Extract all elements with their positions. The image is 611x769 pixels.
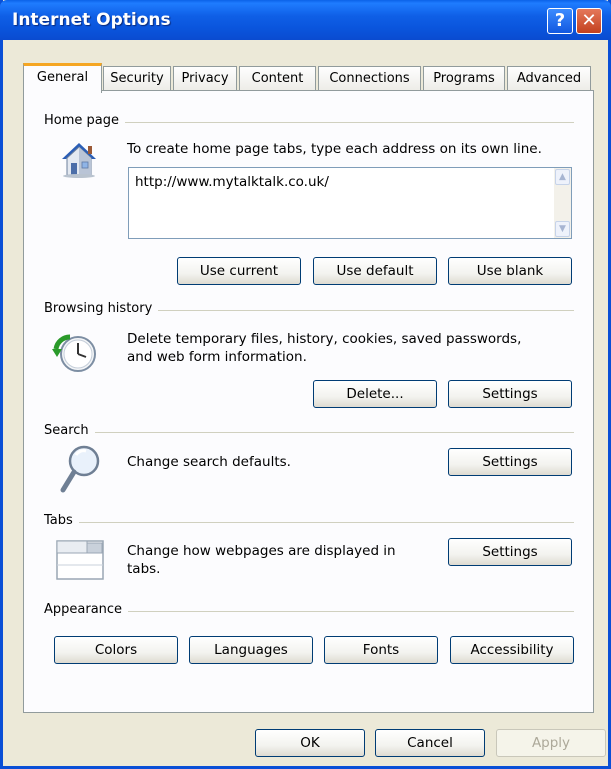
tab-privacy[interactable]: Privacy — [173, 66, 237, 92]
search-divider — [44, 432, 574, 433]
tab-connections[interactable]: Connections — [318, 66, 421, 92]
use-current-button[interactable]: Use current — [177, 257, 301, 285]
history-clock-icon — [52, 334, 96, 372]
accessibility-button[interactable]: Accessibility — [450, 636, 574, 664]
tab-advanced[interactable]: Advanced — [507, 66, 591, 92]
title-bar: Internet Options ? ✕ — [0, 0, 611, 40]
browsing-history-description-line1: Delete temporary files, history, cookies… — [127, 331, 522, 347]
home-page-description: To create home page tabs, type each addr… — [127, 141, 542, 157]
textarea-scrollbar[interactable]: ▲ ▼ — [554, 168, 571, 238]
home-page-address-value: http://www.mytalktalk.co.uk/ — [135, 174, 329, 190]
home-page-address-textarea[interactable]: http://www.mytalktalk.co.uk/ ▲ ▼ — [128, 167, 572, 239]
tab-security[interactable]: Security — [103, 66, 171, 92]
close-button[interactable]: ✕ — [576, 8, 602, 34]
tab-general[interactable]: General — [23, 63, 102, 93]
tabbed-window-icon — [56, 540, 104, 580]
tabs-group-label: Tabs — [44, 513, 79, 528]
search-description: Change search defaults. — [127, 454, 291, 470]
tabs-divider — [44, 522, 574, 523]
tab-programs[interactable]: Programs — [423, 66, 505, 92]
languages-button[interactable]: Languages — [189, 636, 313, 664]
browsing-history-group-label: Browsing history — [44, 301, 159, 316]
close-icon: ✕ — [581, 10, 597, 31]
delete-history-button[interactable]: Delete... — [313, 380, 437, 408]
tabs-description-line2: tabs. — [127, 561, 161, 577]
appearance-group-label: Appearance — [44, 602, 129, 617]
tab-content[interactable]: Content — [239, 66, 316, 92]
search-group-label: Search — [44, 423, 95, 438]
apply-button[interactable]: Apply — [496, 729, 606, 757]
internet-options-dialog: Internet Options ? ✕ General Security Pr… — [0, 0, 611, 769]
house-icon — [62, 143, 96, 178]
general-tab-panel: Home page To create home page tabs, type… — [23, 90, 594, 713]
use-blank-button[interactable]: Use blank — [448, 257, 572, 285]
scroll-up-icon[interactable]: ▲ — [555, 169, 570, 185]
search-settings-button[interactable]: Settings — [448, 448, 572, 476]
tabs-settings-button[interactable]: Settings — [448, 538, 572, 566]
home-page-group-label: Home page — [44, 113, 125, 128]
browsing-history-description-line2: and web form information. — [127, 349, 307, 365]
help-icon: ? — [554, 10, 566, 31]
use-default-button[interactable]: Use default — [313, 257, 437, 285]
cancel-button[interactable]: Cancel — [375, 729, 485, 757]
fonts-button[interactable]: Fonts — [324, 636, 438, 664]
ok-button[interactable]: OK — [255, 729, 365, 757]
magnifier-icon — [60, 445, 100, 493]
window-title: Internet Options — [12, 10, 171, 30]
colors-button[interactable]: Colors — [54, 636, 178, 664]
help-button[interactable]: ? — [547, 8, 573, 34]
tabs-description-line1: Change how webpages are displayed in — [127, 543, 396, 559]
scroll-down-icon[interactable]: ▼ — [555, 221, 570, 237]
history-settings-button[interactable]: Settings — [448, 380, 572, 408]
